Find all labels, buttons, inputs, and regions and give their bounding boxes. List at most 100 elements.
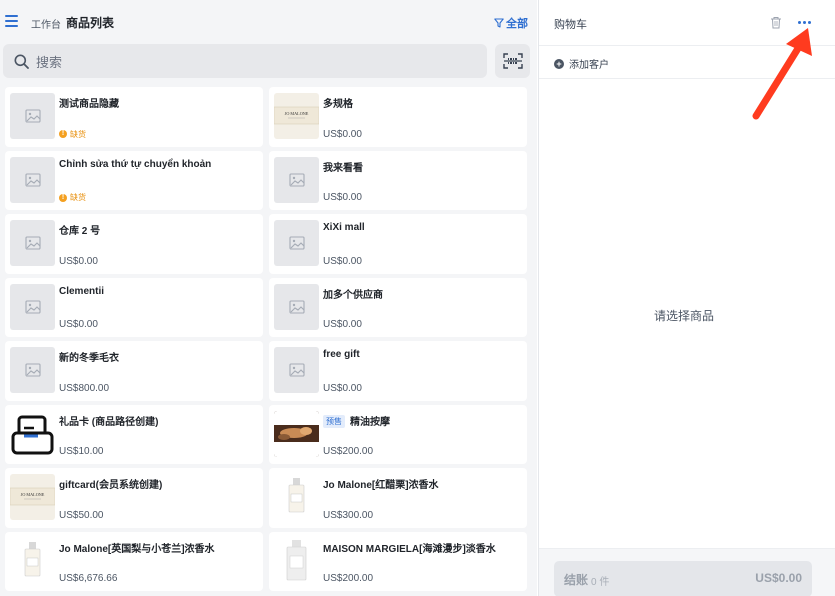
divider [539,45,835,46]
filter-all-button[interactable]: 全部 [494,15,528,31]
breadcrumb-workbench[interactable]: 工作台 [31,16,61,31]
image-placeholder-icon [10,156,55,203]
product-price: US$0.00 [323,382,362,394]
product-name: Clementii [59,285,105,297]
product-card[interactable]: 我来看看 US$0.00 [269,150,527,210]
search-icon [14,54,29,69]
add-customer-label: 添加客户 [569,60,609,71]
image-placeholder-icon [274,156,319,203]
product-card[interactable]: MAISON MARGIELA[海滩漫步]淡香水 US$200.00 [269,531,527,591]
divider [539,78,835,79]
search-input[interactable]: 搜索 [3,44,487,78]
product-card[interactable]: free gift US$0.00 [269,341,527,401]
product-card[interactable]: 仓库 2 号 US$0.00 [5,214,263,274]
product-price: US$0.00 [323,255,362,267]
product-card[interactable]: Jo Malone[英国梨与小苍兰]浓香水 US$6,676.66 [5,531,263,591]
product-grid: 测试商品隐藏 ! 缺货 JO MALONE 多规格 US$0.00 Chỉnh s… [5,87,529,591]
product-name: Jo Malone[英国梨与小苍兰]浓香水 [59,543,215,555]
product-price: US$800.00 [59,382,110,394]
product-list-panel: 工作台 商品列表 全部 搜索 测试商品隐藏 ! 缺货 JO MALONE 多规格… [0,0,537,596]
cart-footer: 结账 0 件 US$0.00 [539,548,835,596]
image-placeholder-icon [10,347,55,393]
product-name: 预售 精油按摩 [323,413,390,428]
product-price: US$200.00 [323,446,374,457]
product-name: 礼品卡 (商品路径创建) [59,416,159,428]
add-customer-button[interactable]: + 添加客户 [554,56,609,71]
massage-photo-image [274,410,319,457]
filter-icon [494,18,504,28]
gift-card-icon [10,410,55,457]
stock-label: 缺货 [70,193,86,202]
product-card[interactable]: 加多个供应商 US$0.00 [269,277,527,337]
empty-cart-hint: 请选择商品 [653,309,714,323]
product-card[interactable]: 预售 精油按摩 US$200.00 [269,404,527,464]
product-name-text: 精油按摩 [350,416,390,428]
product-name: giftcard(会员系统创建) [59,480,163,491]
product-price: US$0.00 [59,319,98,330]
product-name: 新的冬季毛衣 [59,353,119,364]
product-price: US$50.00 [59,509,104,521]
filter-all-label: 全部 [506,18,528,30]
product-card[interactable]: JO MALONE 多规格 US$0.00 [269,87,527,147]
product-price: US$200.00 [323,573,374,584]
product-name: 测试商品隐藏 [59,99,119,110]
stock-label: 缺货 [70,129,86,139]
product-card[interactable]: Jo Malone[红醋栗]浓香水 US$300.00 [269,468,527,528]
product-price: US$10.00 [59,446,104,457]
image-placeholder-icon [10,220,55,266]
product-card[interactable]: 新的冬季毛衣 US$800.00 [5,341,263,401]
product-price: US$0.00 [323,192,362,203]
checkout-label: 结账 [564,573,589,587]
product-name: 加多个供应商 [323,289,383,301]
top-bar: 工作台 商品列表 全部 [0,0,537,44]
barcode-scan-button[interactable] [495,44,530,78]
product-image: JO MALONE [274,93,319,139]
product-name: Jo Malone[红醋栗]浓香水 [323,480,439,491]
product-name: 多规格 [323,99,353,110]
product-price: US$0.00 [59,255,98,267]
checkout-total: US$0.00 [755,571,802,585]
image-placeholder-icon [274,283,319,330]
product-name: MAISON MARGIELA[海滩漫步]淡香水 [323,543,496,555]
product-card[interactable]: Chỉnh sửa thứ tự chuyển khoản ! 缺货 [5,150,263,210]
out-of-stock-badge: ! 缺货 [59,192,86,203]
product-price: US$300.00 [323,509,374,521]
product-name: 我来看看 [323,162,363,174]
product-price: US$0.00 [323,128,362,140]
perfume-bottle-image [274,474,319,520]
jo-malone-box-image: JO MALONE [10,487,55,506]
warning-icon: ! [59,193,67,202]
svg-text:JO MALONE: JO MALONE [21,492,45,497]
checkout-button[interactable]: 结账 0 件 US$0.00 [554,561,812,596]
product-card[interactable]: Clementii US$0.00 [5,277,263,337]
jo-malone-box-image: JO MALONE [274,106,319,125]
hamburger-menu-icon[interactable] [5,15,18,27]
product-card[interactable]: 礼品卡 (商品路径创建) US$10.00 [5,404,263,464]
product-card[interactable]: XiXi mall US$0.00 [269,214,527,274]
perfume-bottle-image [10,537,55,584]
product-price: US$0.00 [323,319,362,330]
product-name: free gift [323,349,360,360]
presale-badge: 预售 [323,414,345,428]
trash-icon[interactable] [770,16,782,29]
product-price: US$6,676.66 [59,573,118,584]
image-placeholder-icon [274,347,319,393]
product-card[interactable]: 测试商品隐藏 ! 缺货 [5,87,263,147]
product-card[interactable]: JO MALONE giftcard(会员系统创建) US$50.00 [5,468,263,528]
search-placeholder: 搜索 [36,54,63,70]
more-options-icon[interactable] [798,21,811,24]
product-name: Chỉnh sửa thứ tự chuyển khoản [59,158,212,170]
product-image: JO MALONE [10,474,55,520]
warning-icon: ! [59,130,67,138]
svg-text:JO MALONE: JO MALONE [285,111,309,116]
product-name: XiXi mall [323,222,365,233]
out-of-stock-badge: ! 缺货 [59,129,86,140]
image-placeholder-icon [10,283,55,330]
image-placeholder-icon [274,220,319,266]
perfume-bottle-image [274,537,319,584]
product-name: 仓库 2 号 [59,226,101,237]
cart-panel: 购物车 + 添加客户 请选择商品 结账 0 件 US$0.00 [538,0,835,596]
cart-title: 购物车 [554,19,587,31]
barcode-scan-icon [502,53,523,69]
page-title: 商品列表 [66,16,115,30]
